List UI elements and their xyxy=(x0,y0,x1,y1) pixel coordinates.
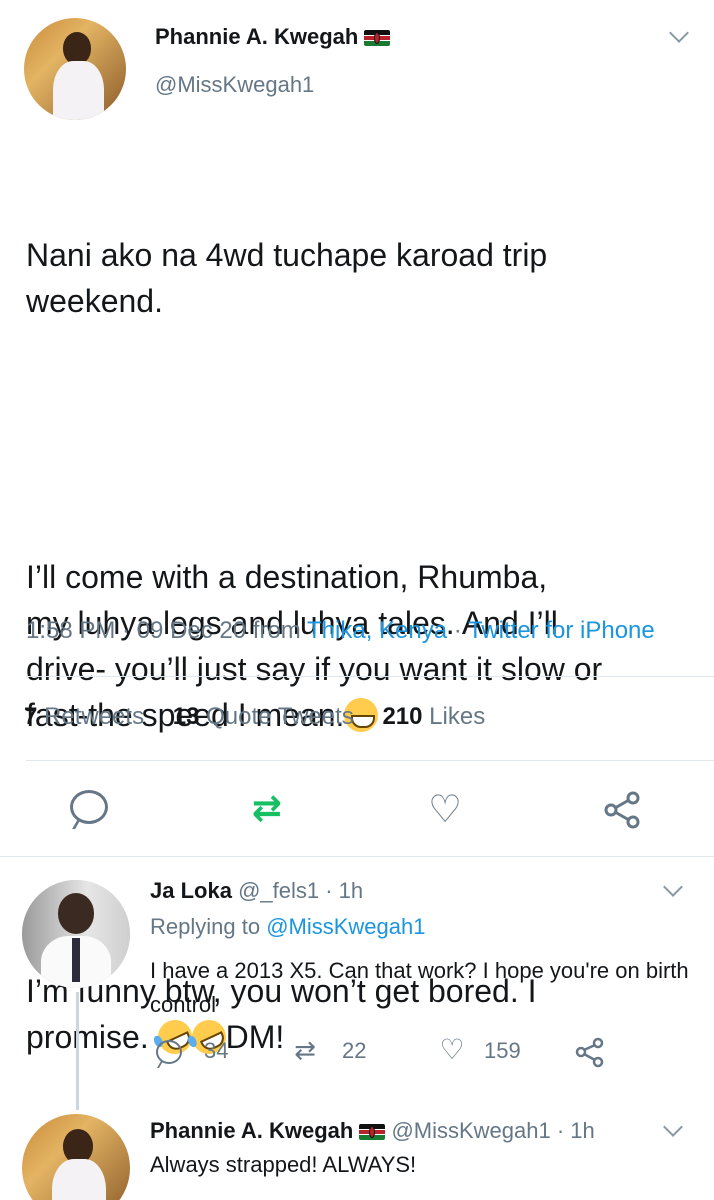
text-line: Nani ako na 4wd tuchape karoad trip xyxy=(26,237,548,273)
text-line: I’ll come with a destination, Rhumba, xyxy=(26,559,548,595)
retweets-stat[interactable]: 7 Retweets xyxy=(24,703,144,730)
divider xyxy=(26,760,714,761)
reply-icon[interactable] xyxy=(156,1040,182,1064)
author-name-text[interactable]: Phannie A. Kwegah xyxy=(155,24,358,49)
likes-count: 210 xyxy=(382,703,423,730)
quotes-stat[interactable]: 13 Quote Tweets xyxy=(173,703,354,730)
text-line: weekend. xyxy=(26,283,163,319)
retweet-icon[interactable]: ⇄ xyxy=(243,790,291,826)
separator: · xyxy=(447,617,468,644)
reply-author[interactable]: Phannie A. Kwegah @MissKwegah1 · 1h xyxy=(150,1118,595,1144)
reply-count: 34 xyxy=(204,1038,229,1063)
paragraph-1: Nani ako na 4wd tuchape karoad trip weeke… xyxy=(26,232,698,324)
timestamp: 1:58 PM · 09 Dec 20 from xyxy=(26,617,308,644)
kenya-flag-icon xyxy=(359,1124,386,1141)
thread-line xyxy=(76,992,79,1110)
reply-icon[interactable] xyxy=(70,790,108,824)
retweets-label: Retweets xyxy=(44,703,145,730)
reply-author[interactable]: Ja Loka @_fels1 · 1h xyxy=(150,878,363,904)
location-link[interactable]: Thika, Kenya xyxy=(307,617,447,644)
text-line: drive- you’ll just say if you want it sl… xyxy=(26,651,603,687)
likes-label: Likes xyxy=(429,703,486,730)
likes-stat[interactable]: 210 Likes xyxy=(382,703,485,730)
author-handle[interactable]: @MissKwegah1 xyxy=(155,72,314,98)
replying-prefix: Replying to xyxy=(150,914,267,939)
quotes-label: Quote Tweets xyxy=(206,703,354,730)
divider xyxy=(0,856,714,857)
reply-handle[interactable]: @_fels1 · 1h xyxy=(238,878,363,903)
tweet-stats: 7 Retweets 13 Quote Tweets 210 Likes xyxy=(24,703,507,731)
main-tweet: Phannie A. Kwegah @MissKwegah1 Nani ako … xyxy=(0,0,714,1060)
reply-handle[interactable]: @MissKwegah1 · 1h xyxy=(391,1118,594,1143)
retweet-icon[interactable]: ⇄ xyxy=(288,1036,322,1064)
author-avatar[interactable] xyxy=(24,18,126,120)
divider xyxy=(26,676,714,677)
chevron-down-icon[interactable] xyxy=(669,23,689,43)
like-icon[interactable]: ♡ xyxy=(425,791,465,829)
share-icon[interactable] xyxy=(574,1036,606,1068)
retweet-count: 22 xyxy=(342,1038,367,1063)
text-line: promise. xyxy=(26,1019,149,1055)
reply-display-name[interactable]: Ja Loka xyxy=(150,878,232,903)
kenya-flag-icon xyxy=(364,30,391,47)
reply-text: Always strapped! ALWAYS! xyxy=(150,1152,417,1177)
replying-to-link[interactable]: @MissKwegah1 xyxy=(266,914,425,939)
quotes-count: 13 xyxy=(172,703,200,730)
replying-to: Replying to @MissKwegah1 xyxy=(150,914,425,940)
reply-display-name[interactable]: Phannie A. Kwegah xyxy=(150,1118,353,1143)
share-icon[interactable] xyxy=(603,790,643,830)
source-link[interactable]: Twitter for iPhone xyxy=(468,617,655,644)
reply-avatar[interactable] xyxy=(22,880,130,988)
tweet-meta: 1:58 PM · 09 Dec 20 from Thika, Kenya · … xyxy=(26,617,655,645)
reply-text: I have a 2013 X5. Can that work? I hope … xyxy=(150,958,689,1017)
like-icon[interactable]: ♡ xyxy=(436,1036,468,1064)
like-count: 159 xyxy=(484,1038,521,1063)
author-display-name[interactable]: Phannie A. Kwegah xyxy=(155,24,391,50)
text-line: DM! xyxy=(225,1019,285,1055)
retweets-count: 7 xyxy=(24,703,38,730)
